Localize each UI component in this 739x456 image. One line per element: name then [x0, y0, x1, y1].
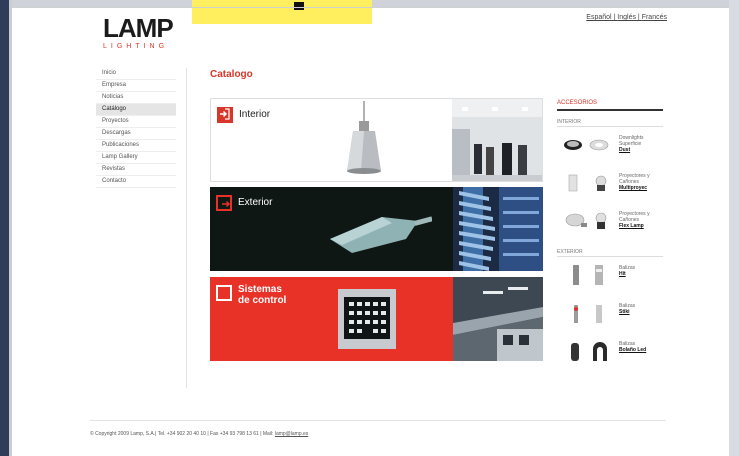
accessory-text: Proyectores y Cañones Multiproyec	[619, 173, 663, 191]
sidebar-item-publicaciones[interactable]: Publicaciones	[96, 140, 176, 152]
accessory-link[interactable]: Multiproyec	[619, 185, 663, 191]
accessories-panel: ACCESORIOS INTERIOR Downlights Superfici…	[557, 100, 663, 371]
control-panel-image	[338, 289, 396, 349]
interior-photo	[452, 99, 542, 181]
sidebar-item-noticias[interactable]: Noticias	[96, 92, 176, 104]
exterior-photo	[453, 187, 543, 271]
accessory-text: Balizas Bolaño Led	[619, 341, 663, 353]
sidebar-item-descargas[interactable]: Descargas	[96, 128, 176, 140]
accessory-item[interactable]: Proyectores y Cañones Flex Lamp	[557, 203, 663, 241]
page-title: Catalogo	[210, 69, 253, 80]
sidebar-item-inicio[interactable]: Inicio	[96, 68, 176, 80]
footer: © Copyright 2009 Lamp, S.A.| Tel. +34 90…	[90, 431, 308, 437]
catalog-banner-interior[interactable]: Interior	[210, 98, 543, 182]
accessory-link[interactable]: Flex Lamp	[619, 223, 663, 229]
catalog-banner-exterior[interactable]: Exterior	[210, 187, 543, 271]
projector-thumbnail	[568, 174, 607, 192]
led-bollard-thumbnail	[571, 342, 607, 361]
language-link-english[interactable]: Inglés	[617, 14, 636, 21]
sidebar-nav: Inicio Empresa Noticias Catálogo Proyect…	[96, 68, 176, 188]
footer-divider	[90, 420, 666, 421]
sidebar-item-revistas[interactable]: Revistas	[96, 164, 176, 176]
language-link-spanish[interactable]: Español	[586, 14, 611, 21]
sidebar-item-empresa[interactable]: Empresa	[96, 80, 176, 92]
sidebar-item-lamp-gallery[interactable]: Lamp Gallery	[96, 152, 176, 164]
accessory-text: Balizas Stiki	[619, 303, 663, 315]
catalog-banner-control-systems[interactable]: Sistemas de control	[210, 277, 543, 361]
sidebar-divider	[186, 68, 187, 388]
accessory-text: Balizas Hit	[619, 265, 663, 277]
accessories-exterior-heading: EXTERIOR	[557, 249, 663, 257]
sidebar-item-contacto[interactable]: Contacto	[96, 176, 176, 188]
language-links: Español | Inglés | Francés	[586, 14, 667, 21]
footer-email-link[interactable]: lamp@lamp.es	[275, 431, 308, 437]
window-frame-left	[0, 0, 12, 456]
accessory-item[interactable]: Balizas Bolaño Led	[557, 333, 663, 371]
highlight-tab	[192, 0, 372, 24]
sidebar-item-proyectos[interactable]: Proyectos	[96, 116, 176, 128]
flex-lamp-thumbnail	[565, 212, 607, 229]
brand-logo[interactable]: LAMP LIGHTING	[103, 13, 174, 50]
accessory-text: Downlights Superficie Dust	[619, 135, 663, 153]
accessory-item[interactable]: Balizas Stiki	[557, 295, 663, 333]
street-luminaire-image	[330, 216, 432, 253]
banner-label-control-line2: de control	[238, 295, 287, 306]
accessories-title: ACCESORIOS	[557, 100, 663, 111]
language-link-french[interactable]: Francés	[642, 14, 667, 21]
accessory-text: Proyectores y Cañones Flex Lamp	[619, 211, 663, 229]
brand-name: LAMP	[103, 13, 174, 43]
banner-label-interior: Interior	[239, 109, 271, 120]
window-frame-right	[729, 0, 739, 456]
accessory-item[interactable]: Balizas Hit	[557, 257, 663, 295]
banner-label-control-line1: Sistemas	[238, 284, 282, 295]
arrow-in-icon	[217, 107, 233, 123]
square-icon	[216, 285, 232, 301]
brand-tagline: LIGHTING	[103, 43, 169, 50]
footer-copyright: © Copyright 2009 Lamp, S.A.| Tel. +34 90…	[90, 431, 274, 437]
accessory-link[interactable]: Stiki	[619, 309, 663, 315]
control-photo	[453, 277, 543, 361]
banner-label-control: Sistemas de control	[238, 284, 286, 306]
downlight-thumbnail	[564, 139, 609, 151]
sidebar-item-catalogo[interactable]: Catálogo	[96, 104, 176, 116]
header-divider	[12, 7, 729, 8]
accessory-item[interactable]: Proyectores y Cañones Multiproyec	[557, 165, 663, 203]
banner-label-exterior: Exterior	[238, 197, 273, 208]
accessory-link[interactable]: Bolaño Led	[619, 347, 663, 353]
accessory-item[interactable]: Downlights Superficie Dust	[557, 127, 663, 165]
arrow-out-icon	[216, 195, 232, 211]
pendant-lamp-image	[347, 101, 381, 174]
bollard-thumbnail	[573, 265, 603, 285]
accessory-link[interactable]: Dust	[619, 147, 663, 153]
accessory-link[interactable]: Hit	[619, 271, 663, 277]
bollard-thumbnail	[574, 305, 602, 323]
accessories-interior-heading: INTERIOR	[557, 119, 663, 127]
